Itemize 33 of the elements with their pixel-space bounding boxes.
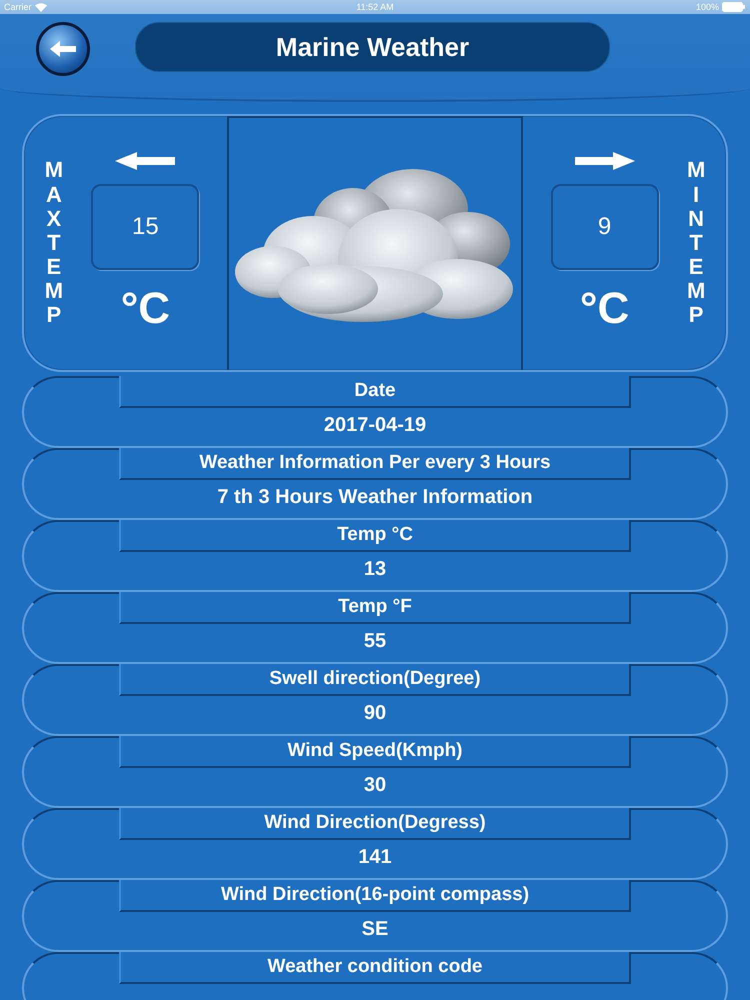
clock-time: 11:52 AM [356, 2, 394, 12]
temp-value: 9 [598, 213, 612, 241]
temp-unit: °C [120, 284, 170, 334]
row-value: 2017-04-19 [324, 414, 426, 437]
row-value: 30 [364, 774, 386, 797]
back-button[interactable] [36, 22, 90, 76]
row-label: Temp °F [119, 592, 631, 624]
row-value: 7 th 3 Hours Weather Information [217, 486, 533, 509]
row-label: Weather condition code [119, 952, 631, 984]
row-label: Wind Direction(Degress) [119, 808, 631, 840]
row-label: Temp °C [119, 520, 631, 552]
row-value: 90 [364, 702, 386, 725]
battery-percent: 100% [696, 2, 719, 12]
left-arrow-icon[interactable] [115, 152, 176, 170]
carrier-label: Carrier [4, 2, 32, 12]
temp-value: 15 [132, 213, 159, 241]
row-label: Weather Information Per every 3 Hours [119, 448, 631, 480]
right-arrow-icon[interactable] [574, 152, 635, 170]
temp-label: MAX TEMP [44, 158, 64, 328]
battery-icon [722, 2, 746, 12]
row-label: Date [119, 376, 631, 408]
row-value: 13 [364, 558, 386, 581]
row-label: Wind Direction(16-point compass) [119, 880, 631, 912]
row-value: 141 [358, 846, 392, 869]
row-label: Swell direction(Degree) [119, 664, 631, 696]
row-value: SE [362, 918, 388, 941]
back-arrow-icon [48, 39, 78, 59]
row-label: Wind Speed(Kmph) [119, 736, 631, 768]
page-title: Marine Weather [135, 22, 610, 72]
wifi-icon [34, 2, 47, 12]
temp-unit: °C [580, 284, 630, 334]
row-value: 55 [364, 630, 386, 653]
temp-label: MIN TEMP [686, 158, 706, 328]
